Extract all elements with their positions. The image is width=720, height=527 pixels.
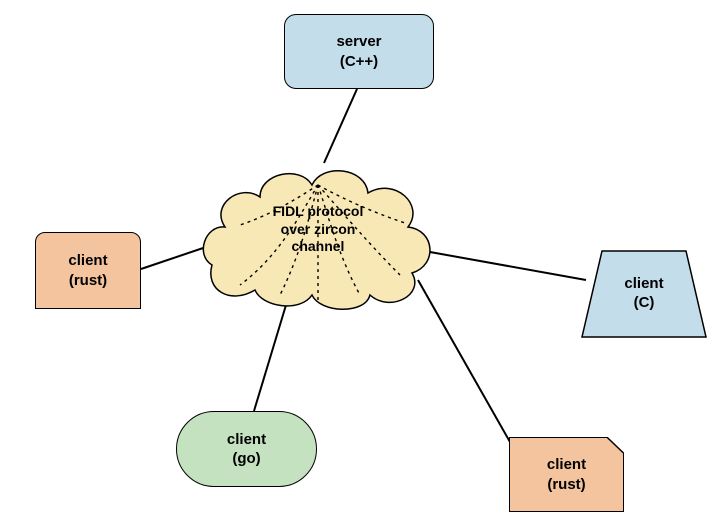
client-rust-left-lang: (rust) (69, 271, 107, 291)
client-go-lang: (go) (232, 449, 260, 469)
cloud-line1: FIDL protocol (273, 203, 364, 221)
client-c-name: client (624, 275, 663, 294)
server-name: server (336, 32, 381, 52)
server-lang: (C++) (340, 52, 378, 72)
client-rust-br-name: client (547, 455, 586, 475)
client-c-lang: (C) (634, 294, 655, 313)
cloud-line3: channel (292, 238, 345, 256)
client-rust-left: client (rust) (35, 232, 141, 309)
client-rust-br-lang: (rust) (547, 475, 585, 495)
client-rust-left-name: client (68, 251, 107, 271)
cloud-line2: over zircon (281, 221, 356, 239)
cloud-label: FIDL protocol over zircon channel (200, 203, 436, 256)
protocol-cloud: FIDL protocol over zircon channel (200, 155, 436, 313)
server-box: server (C++) (284, 14, 434, 89)
client-rust-bottom-right: client (rust) (509, 437, 624, 512)
client-go-name: client (227, 430, 266, 450)
client-c: client (C) (580, 249, 708, 339)
client-go: client (go) (176, 411, 317, 487)
